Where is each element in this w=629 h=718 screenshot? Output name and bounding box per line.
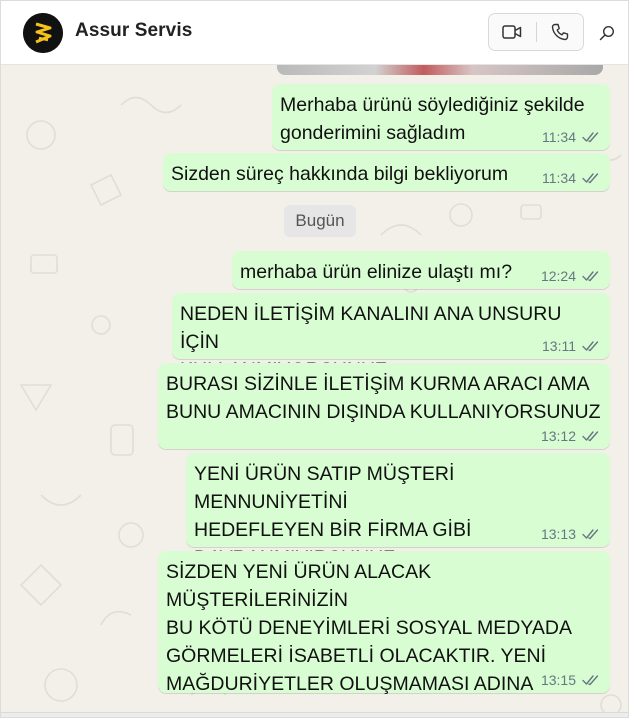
search-icon <box>599 25 615 41</box>
double-check-icon <box>582 529 599 540</box>
message-time: 13:13 <box>540 526 576 542</box>
message-list[interactable]: Merhaba ürünü söylediğiniz şekilde gonde… <box>1 65 628 717</box>
double-check-icon <box>582 341 599 352</box>
message-text: Sizden süreç hakkında bilgi bekliyorum <box>171 163 509 185</box>
double-check-icon <box>582 132 599 143</box>
call-buttons-group <box>488 13 584 51</box>
chat-window: Assur Servis Merhaba ürünü söylediğiniz … <box>0 0 629 718</box>
composer-edge <box>1 712 628 717</box>
message-time: 13:11 <box>542 338 576 354</box>
message-time: 12:24 <box>540 268 576 284</box>
message-time: 13:12 <box>540 428 576 444</box>
brand-logo-icon <box>23 13 63 53</box>
message-bubble[interactable]: BURASI SİZİNLE İLETİŞİM KURMA ARACI AMA … <box>158 363 610 449</box>
message-meta: 13:15 <box>541 672 600 688</box>
message-meta: 13:12 <box>541 428 600 444</box>
date-separator: Bugün <box>284 205 356 237</box>
avatar[interactable] <box>23 13 63 53</box>
message-meta: 11:34 <box>542 170 600 186</box>
message-bubble[interactable]: Sizden süreç hakkında bilgi bekliyorum 1… <box>163 153 610 191</box>
double-check-icon <box>582 173 599 184</box>
message-bubble[interactable]: merhaba ürün elinize ulaştı mı? 12:24 <box>232 251 610 289</box>
contact-name[interactable]: Assur Servis <box>75 20 192 42</box>
video-call-button[interactable] <box>489 14 535 50</box>
message-time: 11:34 <box>542 170 576 186</box>
message-bubble[interactable]: Merhaba ürünü söylediğiniz şekilde gonde… <box>272 84 610 150</box>
double-check-icon <box>582 675 599 686</box>
message-bubble[interactable]: YENİ ÜRÜN SATIP MÜŞTERİ MENNUNİYETİNİ HE… <box>186 453 610 569</box>
message-meta: 12:24 <box>541 268 600 284</box>
double-check-icon <box>582 271 599 282</box>
message-text: BURASI SİZİNLE İLETİŞİM KURMA ARACI AMA … <box>166 373 601 423</box>
message-bubble[interactable]: SİZDEN YENİ ÜRÜN ALACAK MÜŞTERİLERİNİZİN… <box>158 551 610 695</box>
message-bubble[interactable]: NEDEN İLETİŞİM KANALINI ANA UNSURU İÇİN … <box>172 293 610 381</box>
message-time: 11:34 <box>542 129 576 145</box>
chat-header: Assur Servis <box>1 1 628 65</box>
video-call-icon <box>502 25 522 39</box>
search-button[interactable] <box>595 21 619 45</box>
voice-call-button[interactable] <box>537 14 583 50</box>
image-message-preview[interactable] <box>277 65 603 75</box>
message-time: 13:15 <box>540 672 576 688</box>
message-meta: 13:11 <box>542 338 600 354</box>
double-check-icon <box>582 431 599 442</box>
message-meta: 13:13 <box>541 526 600 542</box>
message-text: SİZDEN YENİ ÜRÜN ALACAK MÜŞTERİLERİNİZİN… <box>166 561 572 695</box>
voice-call-icon <box>551 23 569 41</box>
message-meta: 11:34 <box>542 129 600 145</box>
